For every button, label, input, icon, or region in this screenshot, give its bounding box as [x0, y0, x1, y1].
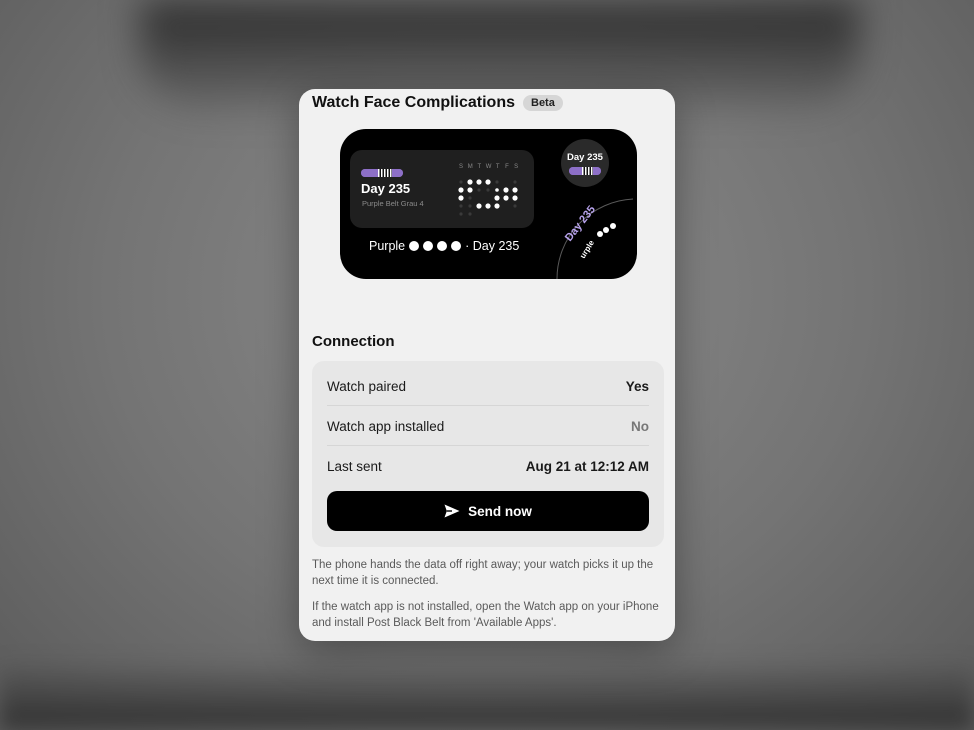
- training-dot-grid: [458, 179, 518, 216]
- watch-paired-row: Watch paired Yes: [327, 366, 649, 406]
- circular-complication: Day 235: [561, 139, 609, 187]
- row-label: Last sent: [327, 458, 382, 474]
- paperplane-icon: [444, 504, 460, 518]
- page-title: Watch Face Complications: [312, 94, 515, 111]
- rect-day-label: Day 235: [361, 181, 411, 196]
- inline-complication: Purple · Day 235: [369, 239, 519, 253]
- weekday-label: T: [477, 164, 482, 170]
- corner-belt-name: urple: [578, 238, 596, 260]
- belt-bar: [361, 169, 403, 177]
- connection-card: Watch paired Yes Watch app installed No …: [312, 361, 664, 547]
- connection-title: Connection: [312, 333, 395, 350]
- inline-day-label: · Day 235: [465, 239, 520, 253]
- handoff-note: The phone hands the data off right away;…: [312, 559, 654, 587]
- corner-complication: Day 235 urple: [556, 198, 634, 279]
- install-note: If the watch app is not installed, open …: [312, 601, 659, 629]
- header: Watch Face Complications Beta: [312, 94, 563, 112]
- stripe-dot: [451, 241, 462, 251]
- weekday-header: S M T W T F S: [458, 164, 519, 170]
- corner-day-label: Day 235: [563, 204, 598, 244]
- watch-app-installed-row: Watch app installed No: [327, 406, 649, 446]
- row-value: No: [631, 418, 649, 434]
- weekday-label: W: [485, 164, 492, 170]
- circle-belt-bar: [569, 167, 601, 175]
- row-label: Watch app installed: [327, 418, 445, 434]
- stripe-dot: [437, 241, 448, 251]
- weekday-label: F: [505, 164, 509, 170]
- stripe-dot: [409, 241, 420, 251]
- weekday-label: T: [495, 164, 500, 170]
- beta-badge: Beta: [523, 95, 563, 111]
- rect-belt-subtitle: Purple Belt Grau 4: [362, 199, 424, 208]
- corner-stripe-dot: [610, 223, 616, 229]
- corner-stripe-dot: [597, 231, 603, 237]
- weekday-label: S: [458, 164, 463, 170]
- row-value: Aug 21 at 12:12 AM: [525, 458, 649, 474]
- row-label: Watch paired: [327, 378, 407, 394]
- inline-belt-name: Purple: [369, 239, 406, 253]
- weekday-label: S: [514, 164, 519, 170]
- stripe-dot: [423, 241, 434, 251]
- corner-stripe-dot: [603, 227, 609, 233]
- send-now-button[interactable]: Send now: [327, 491, 649, 531]
- last-sent-row: Last sent Aug 21 at 12:12 AM: [327, 446, 649, 486]
- rectangular-complication: Day 235 Purple Belt Grau 4 S M T W T F S: [350, 150, 534, 228]
- weekday-label: M: [467, 164, 473, 170]
- complications-sheet: Watch Face Complications Beta Day 235 Pu…: [299, 89, 675, 641]
- watch-face-preview: Day 235 Purple Belt Grau 4 S M T W T F S: [340, 129, 637, 279]
- circle-day-label: Day 235: [567, 152, 603, 163]
- row-value: Yes: [625, 378, 649, 394]
- send-now-label: Send now: [468, 503, 532, 519]
- background-blur-bottom: [0, 660, 974, 730]
